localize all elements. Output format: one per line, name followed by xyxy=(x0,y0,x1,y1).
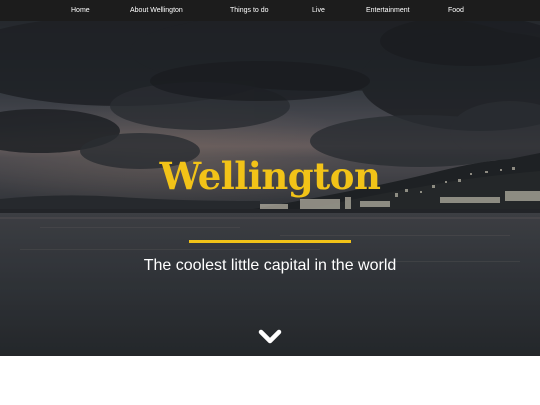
content-area xyxy=(0,356,540,405)
chevron-down-icon[interactable] xyxy=(258,327,282,347)
nav-item-about-wellington[interactable]: About Wellington xyxy=(130,0,183,21)
hero-subtitle: The coolest little capital in the world xyxy=(143,257,397,274)
nav-item-things-to-do[interactable]: Things to do xyxy=(230,0,269,21)
nav-item-home[interactable]: Home xyxy=(71,0,90,21)
hero-divider xyxy=(189,240,351,243)
nav-item-live[interactable]: Live xyxy=(312,0,325,21)
hero-title: Wellington xyxy=(159,154,381,198)
hero-section: Wellington The coolest little capital in… xyxy=(0,21,540,356)
nav-item-food[interactable]: Food xyxy=(448,0,464,21)
nav-item-entertainment[interactable]: Entertainment xyxy=(366,0,410,21)
top-navbar: Home About Wellington Things to do Live … xyxy=(0,0,540,21)
